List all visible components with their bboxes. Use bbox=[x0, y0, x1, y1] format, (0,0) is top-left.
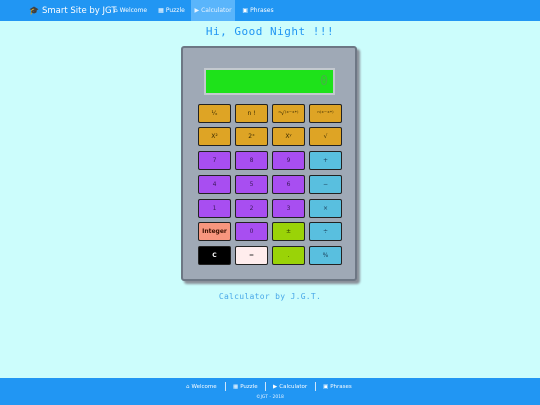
factorial-button[interactable]: n ! bbox=[235, 104, 268, 123]
copyright-text: ©JGT - 2018 bbox=[256, 395, 284, 400]
book-icon: ▣ bbox=[323, 384, 329, 390]
home-icon: ⌂ bbox=[186, 384, 190, 390]
grid-icon: ▦ bbox=[233, 384, 239, 390]
grid-icon: ▦ bbox=[158, 7, 164, 14]
digit-0-button[interactable]: 0 bbox=[235, 222, 268, 241]
footer-link-calculator[interactable]: ▶ Calculator bbox=[273, 382, 307, 392]
footer-divider bbox=[225, 382, 226, 391]
digit-1-button[interactable]: 1 bbox=[198, 199, 231, 218]
equals-button[interactable]: = bbox=[235, 246, 268, 265]
nav-item-calculator[interactable]: ▶ Calculator bbox=[191, 0, 235, 21]
play-icon: ▶ bbox=[273, 384, 278, 390]
nav-label-puzzle: Puzzle bbox=[165, 7, 185, 14]
reciprocal-button[interactable]: ¹⁄ₓ bbox=[198, 104, 231, 123]
digit-5-button[interactable]: 5 bbox=[235, 175, 268, 194]
clear-button[interactable]: C bbox=[198, 246, 231, 265]
footer-label-puzzle: Puzzle bbox=[240, 384, 258, 390]
graduation-cap-icon: 🎓 bbox=[29, 6, 39, 15]
footer-label-welcome: Welcome bbox=[191, 384, 217, 390]
play-icon: ▶ bbox=[194, 7, 200, 14]
power-of-two-button[interactable]: 2ˣ bbox=[235, 127, 268, 146]
digit-7-button[interactable]: 7 bbox=[198, 151, 231, 170]
nav-label-welcome: Welcome bbox=[119, 7, 148, 14]
brand-label: Smart Site by JGT bbox=[41, 6, 117, 16]
footer-link-puzzle[interactable]: ▦ Puzzle bbox=[233, 382, 258, 392]
nav-item-welcome[interactable]: ⌂ Welcome bbox=[111, 0, 150, 21]
nav-item-puzzle[interactable]: ▦ Puzzle bbox=[155, 0, 188, 21]
book-icon: ▣ bbox=[242, 7, 249, 14]
square-button[interactable]: X² bbox=[198, 127, 231, 146]
divide-button[interactable]: ÷ bbox=[309, 222, 342, 241]
multiply-button[interactable]: × bbox=[309, 199, 342, 218]
home-icon: ⌂ bbox=[113, 7, 118, 14]
footer-label-phrases: Phrases bbox=[330, 384, 352, 390]
digit-6-button[interactable]: 6 bbox=[272, 175, 305, 194]
footer-bar: ⌂ Welcome ▦ Puzzle ▶ Calculator ▣ Phrases ©J… bbox=[0, 378, 540, 405]
footer-label-calculator: Calculator bbox=[279, 384, 308, 390]
minus-button[interactable]: − bbox=[309, 175, 342, 194]
plus-minus-button[interactable]: ± bbox=[272, 222, 305, 241]
top-navbar: 🎓 Smart Site by JGT ⌂ Welcome ▦ Puzzle ▶ Cal… bbox=[0, 0, 540, 21]
nav-label-phrases: Phrases bbox=[250, 7, 274, 14]
greeting-heading: Hi, Good Night !!! bbox=[205, 25, 335, 38]
calculator-body: 0 ¹⁄ₓ n ! ⁿ√⁽ˣ⁻ˣᐩ⁾ ⁿ⁽ˣ⁻ˣᐩ⁾ X² 2ˣ Xʸ √ 7 … bbox=[181, 46, 357, 281]
brand-link[interactable]: 🎓 Smart Site by JGT bbox=[29, 0, 117, 21]
digit-4-button[interactable]: 4 bbox=[198, 175, 231, 194]
square-root-button[interactable]: √ bbox=[309, 127, 342, 146]
footer-link-welcome[interactable]: ⌂ Welcome bbox=[186, 382, 217, 392]
integer-button[interactable]: Integer bbox=[198, 222, 231, 241]
decimal-point-button[interactable]: . bbox=[272, 246, 305, 265]
power-y-button[interactable]: Xʸ bbox=[272, 127, 305, 146]
percent-button[interactable]: % bbox=[309, 246, 342, 265]
digit-9-button[interactable]: 9 bbox=[272, 151, 305, 170]
calculator-credit: Calculator by J.G.T. bbox=[218, 292, 322, 301]
calculator-display: 0 bbox=[204, 68, 335, 95]
nav-item-phrases[interactable]: ▣ Phrases bbox=[241, 0, 275, 21]
footer-divider bbox=[265, 382, 266, 391]
root-range-button[interactable]: ⁿ√⁽ˣ⁻ˣᐩ⁾ bbox=[272, 104, 305, 123]
digit-3-button[interactable]: 3 bbox=[272, 199, 305, 218]
digit-8-button[interactable]: 8 bbox=[235, 151, 268, 170]
digit-2-button[interactable]: 2 bbox=[235, 199, 268, 218]
plus-button[interactable]: + bbox=[309, 151, 342, 170]
nav-label-calculator: Calculator bbox=[201, 7, 232, 14]
power-range-button[interactable]: ⁿ⁽ˣ⁻ˣᐩ⁾ bbox=[309, 104, 342, 123]
footer-link-phrases[interactable]: ▣ Phrases bbox=[323, 382, 352, 392]
footer-divider bbox=[315, 382, 316, 391]
